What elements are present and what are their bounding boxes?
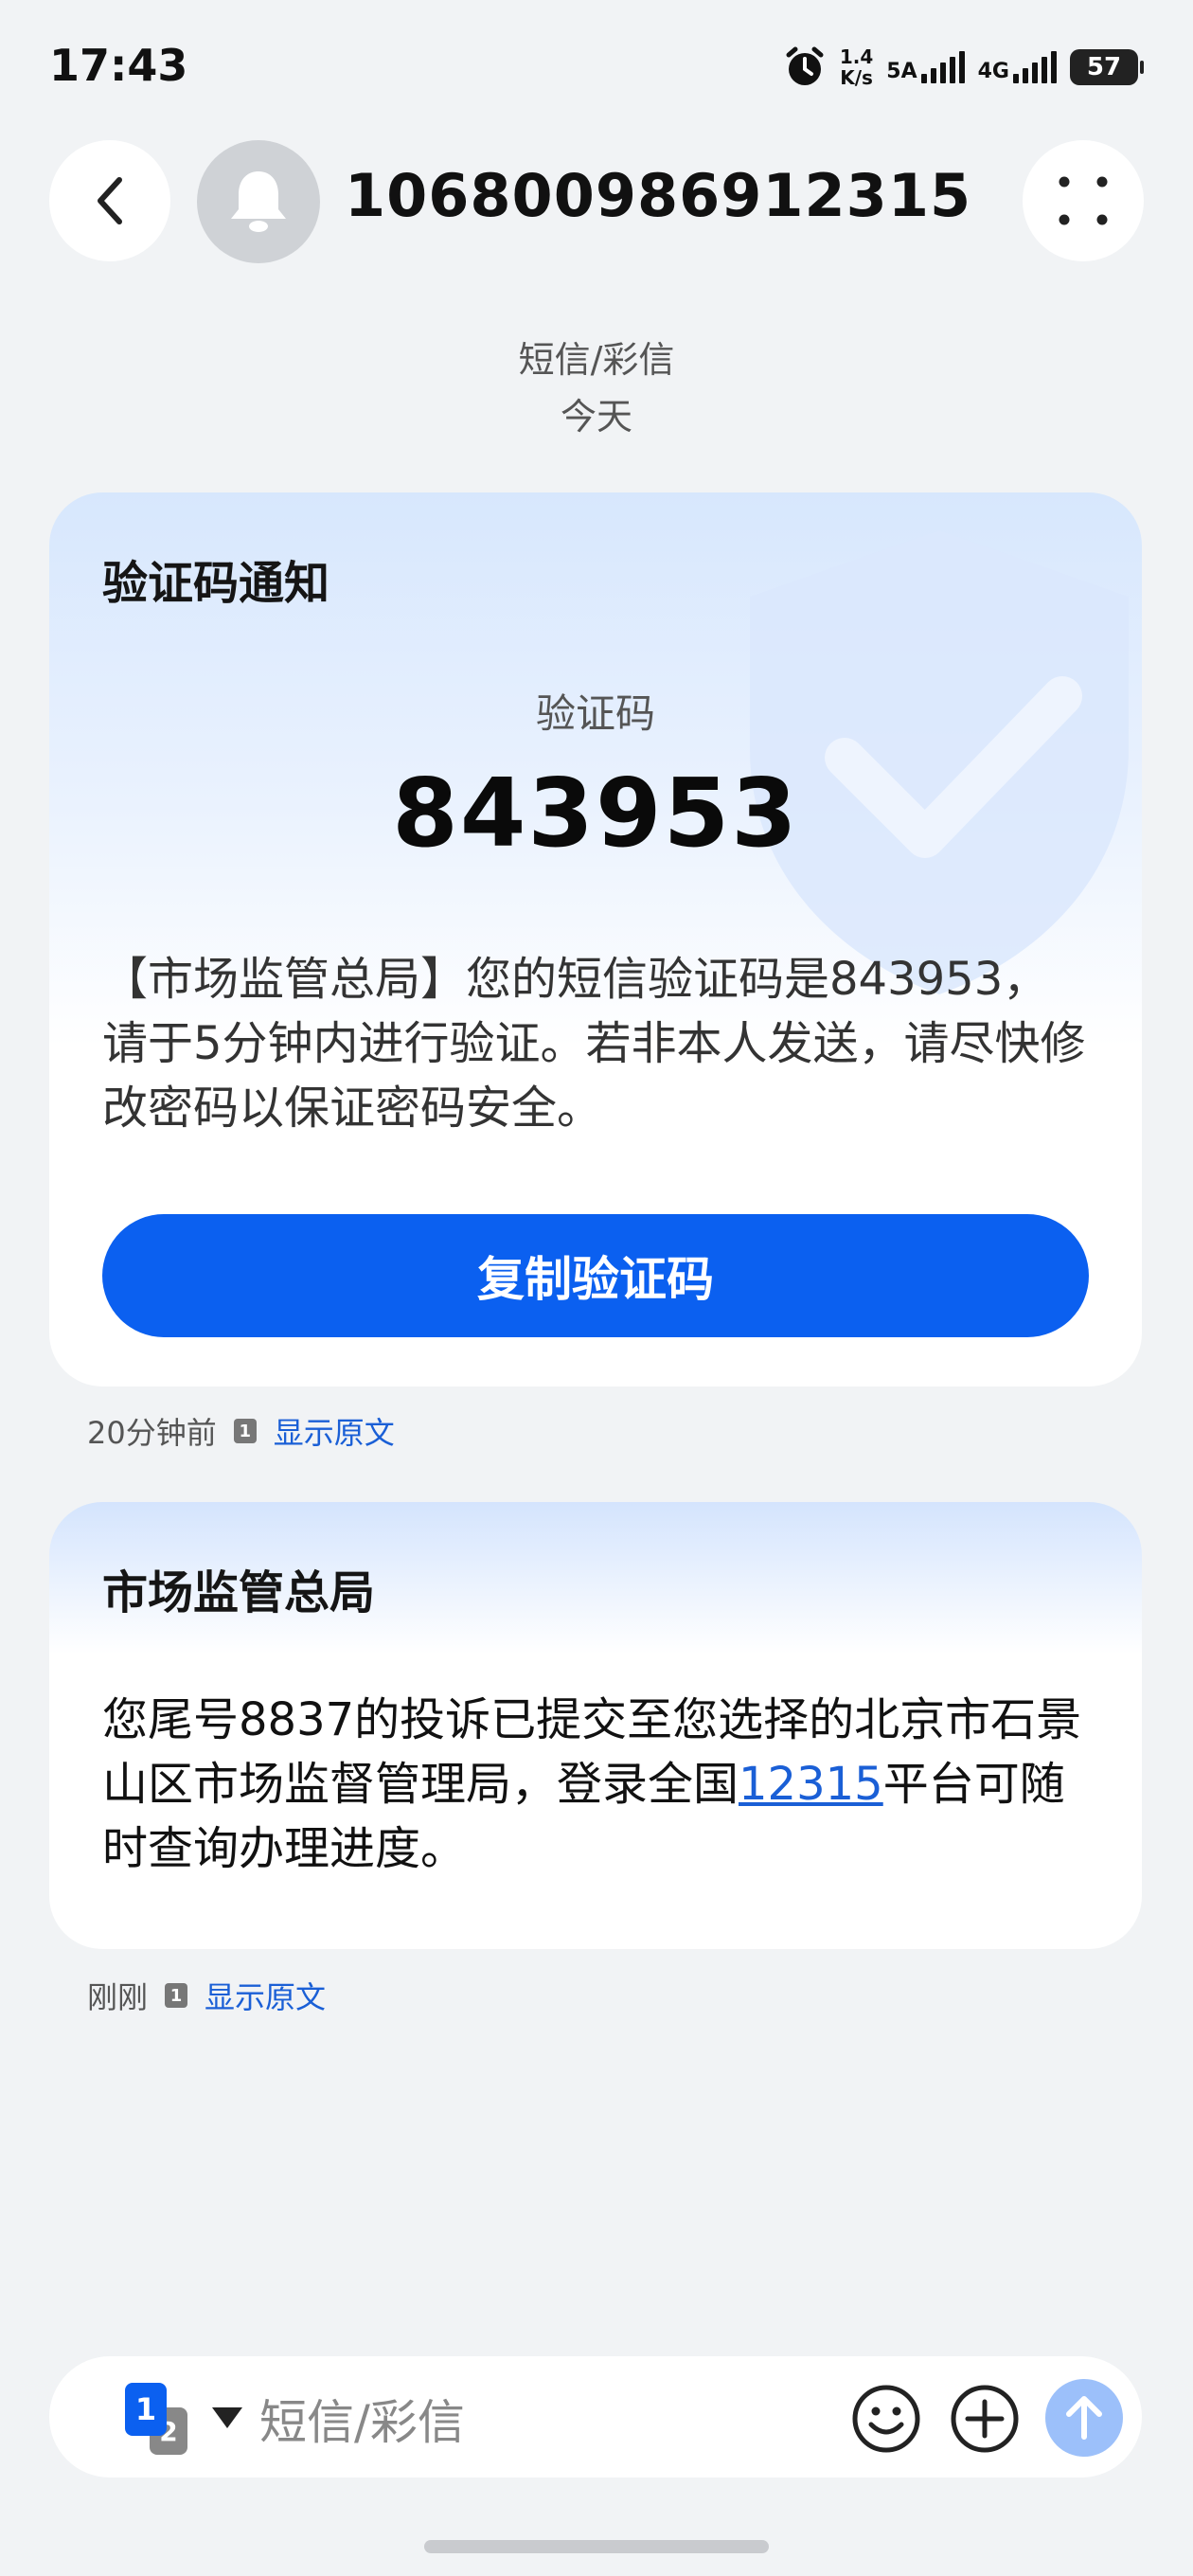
contact-number: 106800986912315 xyxy=(345,161,972,230)
sim-switch-button[interactable]: 2 1 xyxy=(125,2383,201,2459)
sim-1-icon: 1 xyxy=(125,2383,167,2436)
sim-badge-icon: 1 xyxy=(165,1983,188,2008)
back-button[interactable] xyxy=(49,140,170,261)
date-separator: 短信/彩信 今天 xyxy=(0,331,1193,445)
show-original-link[interactable]: 显示原文 xyxy=(205,1974,326,2017)
conversation-header: 106800986912315 xyxy=(0,140,1193,265)
emoji-icon[interactable] xyxy=(850,2383,922,2455)
speed-value: 1.4 xyxy=(839,45,874,68)
send-button[interactable] xyxy=(1045,2379,1123,2457)
signal-bars-icon xyxy=(920,51,965,83)
phone-link[interactable]: 12315 xyxy=(739,1758,883,1811)
code-label: 验证码 xyxy=(535,690,655,737)
status-bar: 17:43 1.4 K/s 5A 4G 57 xyxy=(0,0,1193,133)
copy-code-button[interactable]: 复制验证码 xyxy=(102,1214,1089,1337)
plus-icon[interactable] xyxy=(949,2383,1021,2455)
status-time: 17:43 xyxy=(49,40,188,91)
status-icons: 1.4 K/s 5A 4G 57 xyxy=(783,42,1144,93)
bell-icon xyxy=(231,171,286,232)
compose-bar: 2 1 短信/彩信 xyxy=(49,2356,1142,2478)
network-speed: 1.4 K/s xyxy=(840,46,873,88)
speed-unit: K/s xyxy=(840,66,873,89)
battery-level: 57 xyxy=(1086,53,1122,81)
verification-code-card[interactable]: 验证码通知 验证码 843953 【市场监管总局】您的短信验证码是843953，… xyxy=(49,492,1142,1386)
sim-badge-icon: 1 xyxy=(233,1419,257,1443)
card-title: 市场监管总局 xyxy=(102,1566,376,1619)
message-meta: 20分钟前 1 显示原文 xyxy=(87,1409,395,1453)
show-original-link[interactable]: 显示原文 xyxy=(274,1409,395,1453)
verification-code[interactable]: 843953 xyxy=(49,758,1142,868)
signal-sim1: 5A xyxy=(886,51,965,83)
message-input[interactable]: 短信/彩信 xyxy=(259,2385,465,2453)
message-time: 20分钟前 xyxy=(87,1415,217,1451)
signal-sim2: 4G xyxy=(978,51,1057,83)
home-indicator[interactable] xyxy=(424,2540,769,2553)
date-label: 今天 xyxy=(560,396,632,438)
arrow-up-icon xyxy=(1066,2396,1102,2440)
network-type-2: 4G xyxy=(977,60,1009,83)
network-type-1: 5A xyxy=(886,60,917,83)
message-time: 刚刚 xyxy=(87,1979,149,2015)
battery-icon: 57 xyxy=(1070,49,1144,85)
message-card[interactable]: 市场监管总局 您尾号8837的投诉已提交至您选择的北京市石景山区市场监督管理局，… xyxy=(49,1502,1142,1949)
card-title: 验证码通知 xyxy=(102,557,330,610)
alarm-icon xyxy=(786,46,824,85)
message-body[interactable]: 【市场监管总局】您的短信验证码是843953，请于5分钟内进行验证。若非本人发送… xyxy=(102,947,1089,1140)
message-meta: 刚刚 1 显示原文 xyxy=(87,1974,326,2017)
chevron-left-icon xyxy=(98,177,122,224)
conversation-type: 短信/彩信 xyxy=(518,339,675,381)
message-body[interactable]: 您尾号8837的投诉已提交至您选择的北京市石景山区市场监督管理局，登录全国123… xyxy=(102,1688,1089,1881)
avatar[interactable] xyxy=(197,140,320,263)
dropdown-triangle-icon[interactable] xyxy=(210,2406,244,2430)
signal-bars-icon xyxy=(1013,51,1057,83)
four-dots-icon xyxy=(1059,176,1108,225)
more-button[interactable] xyxy=(1023,140,1144,261)
